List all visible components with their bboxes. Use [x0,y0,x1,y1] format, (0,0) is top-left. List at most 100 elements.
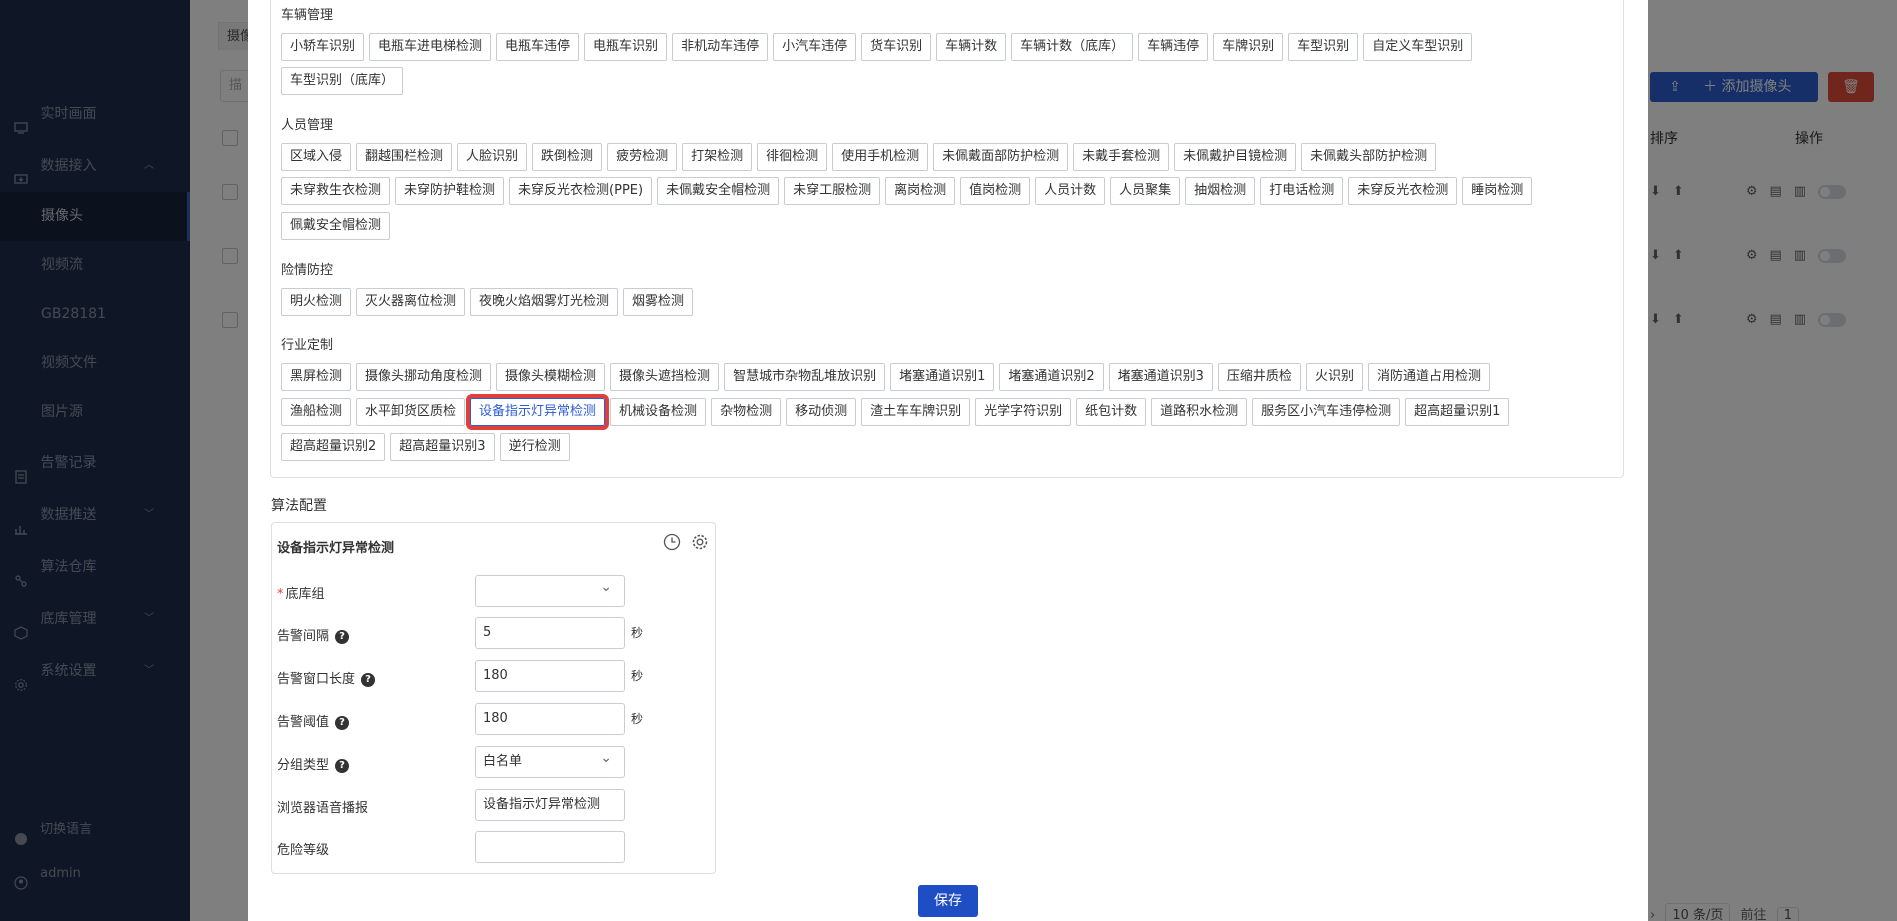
field-label-text: 浏览器语音播报 [277,801,369,816]
algorithm-tag[interactable]: 消防通道占用检测 [1367,363,1490,391]
algorithm-tag[interactable]: 水平卸货区质检 [356,398,466,426]
alarm-window-input[interactable]: 180 [475,660,625,692]
algorithm-tag[interactable]: 人脸识别 [457,143,528,171]
algorithm-tag[interactable]: 未佩戴面部防护检测 [933,143,1069,171]
save-button[interactable]: 保存 [918,885,978,917]
voice-broadcast-input[interactable]: 设备指示灯异常检测 [475,789,625,821]
algorithm-tag[interactable]: 渣土车车牌识别 [861,398,971,426]
algorithm-tag[interactable]: 抽烟检测 [1185,177,1256,205]
algorithm-tag[interactable]: 小汽车违停 [773,33,857,61]
help-icon[interactable]: ? [335,716,350,730]
algorithm-tag[interactable]: 未穿工服检测 [784,177,881,205]
algorithm-tag[interactable]: 未穿防护鞋检测 [395,177,505,205]
algorithm-tag[interactable]: 人员计数 [1035,177,1106,205]
algorithm-tag[interactable]: 睡岗检测 [1462,177,1533,205]
algorithm-tag[interactable]: 车型识别（底库） [281,67,404,95]
algorithm-tag[interactable]: 区域入侵 [281,143,352,171]
algorithm-tag[interactable]: 摄像头模糊检测 [496,363,606,391]
algorithm-tag[interactable]: 佩戴安全帽检测 [281,212,391,240]
algorithm-tag[interactable]: 车辆违停 [1138,33,1209,61]
field-label: * 底库组 [277,583,325,602]
form-row-danger-level: 危险等级 [277,831,707,863]
gear-icon[interactable] [691,533,709,551]
algorithm-tag[interactable]: 逆行检测 [499,433,570,461]
help-icon[interactable]: ? [361,673,376,687]
algorithm-tag[interactable]: 夜晚火焰烟雾灯光检测 [470,288,619,316]
algorithm-tag[interactable]: 烟雾检测 [623,288,694,316]
algorithm-tag[interactable]: 堵塞通道识别2 [999,363,1104,391]
algorithm-tag[interactable]: 非机动车违停 [672,33,769,61]
algorithm-tag[interactable]: 智慧城市杂物乱堆放识别 [724,363,886,391]
algorithm-tag[interactable]: 纸包计数 [1076,398,1147,426]
algorithm-tag[interactable]: 打电话检测 [1260,177,1344,205]
algorithm-tag[interactable]: 货车识别 [861,33,932,61]
algorithm-tag[interactable]: 杂物检测 [711,398,782,426]
algorithm-tag[interactable]: 疲劳检测 [607,143,678,171]
algorithm-tag[interactable]: 未佩戴护目镜检测 [1174,143,1297,171]
algorithm-tag[interactable]: 电瓶车识别 [584,33,668,61]
algorithm-tag[interactable]: 离岗检测 [885,177,956,205]
algorithm-tag[interactable]: 光学字符识别 [975,398,1072,426]
algorithm-tag[interactable]: 未佩戴安全帽检测 [657,177,780,205]
algorithm-tag[interactable]: 徘徊检测 [757,143,828,171]
algorithm-tag[interactable]: 明火检测 [281,288,352,316]
algorithm-tag[interactable]: 未戴手套检测 [1073,143,1170,171]
algorithm-tag[interactable]: 未穿反光衣检测 [1348,177,1458,205]
danger-level-input[interactable] [475,831,625,863]
algorithm-tag[interactable]: 超高超量识别3 [390,433,495,461]
algorithm-tag-selected[interactable]: 设备指示灯异常检测 [466,394,610,430]
algorithm-tag[interactable]: 小轿车识别 [281,33,365,61]
algorithm-tag[interactable]: 堵塞通道识别3 [1108,363,1213,391]
algorithm-tag[interactable]: 摄像头挪动角度检测 [356,363,492,391]
algorithm-tag[interactable]: 未穿反光衣检测(PPE) [509,177,653,205]
field-label: 告警间隔? [277,625,350,644]
algorithm-tag[interactable]: 黑屏检测 [281,363,352,391]
field-label-text: 告警间隔 [277,629,330,644]
algorithm-tag[interactable]: 服务区小汽车违停检测 [1252,398,1401,426]
clock-icon[interactable] [663,533,681,551]
field-label: 告警阈值? [277,711,350,730]
help-icon[interactable]: ? [335,759,350,773]
algorithm-tag[interactable]: 渔船检测 [281,398,352,426]
algorithm-tag[interactable]: 车型识别 [1288,33,1359,61]
tag-row: 区域入侵 翻越围栏检测 人脸识别 跌倒检测 疲劳检测 打架检测 徘徊检测 使用手机检测 未佩戴面… [281,143,1441,171]
algorithm-tag[interactable]: 压缩井质检 [1217,363,1301,391]
algorithm-tag[interactable]: 超高超量识别2 [281,433,386,461]
algorithm-tag[interactable]: 灭火器离位检测 [356,288,466,316]
group-type-select[interactable]: 白名单 [475,746,625,778]
algorithm-tag[interactable]: 车辆计数（底库） [1011,33,1134,61]
field-label-text: 告警阈值 [277,715,330,730]
algorithm-tag[interactable]: 打架检测 [682,143,753,171]
algorithm-tag[interactable]: 电瓶车违停 [496,33,580,61]
algorithm-tag[interactable]: 自定义车型识别 [1363,33,1473,61]
algorithm-tag[interactable]: 道路积水检测 [1151,398,1248,426]
algorithm-tag[interactable]: 堵塞通道识别1 [890,363,995,391]
algorithm-tag[interactable]: 超高超量识别1 [1405,398,1510,426]
algorithm-tag[interactable]: 摄像头遮挡检测 [610,363,720,391]
algorithm-tag[interactable]: 移动侦测 [786,398,857,426]
alarm-threshold-input[interactable]: 180 [475,703,625,735]
algorithm-tag[interactable]: 火识别 [1305,363,1363,391]
algorithm-tag[interactable]: 未穿救生衣检测 [281,177,391,205]
form-row-voice-broadcast: 浏览器语音播报 设备指示灯异常检测 [277,789,707,821]
card-tools [663,533,709,551]
algorithm-tag[interactable]: 翻越围栏检测 [356,143,453,171]
help-icon[interactable]: ? [335,630,350,644]
tag-row: 小轿车识别 电瓶车进电梯检测 电瓶车违停 电瓶车识别 非机动车违停 小汽车违停 货车识别 车辆… [281,33,1477,61]
required-mark: * [277,587,284,602]
algorithm-tag[interactable]: 车牌识别 [1213,33,1284,61]
algorithm-tag[interactable]: 值岗检测 [960,177,1031,205]
config-card-title: 设备指示灯异常检测 [277,541,395,556]
base-group-select[interactable] [475,575,625,607]
algorithm-tag[interactable]: 跌倒检测 [532,143,603,171]
algorithm-tag[interactable]: 机械设备检测 [610,398,707,426]
algorithm-tag[interactable]: 电瓶车进电梯检测 [369,33,492,61]
algorithm-tag[interactable]: 未佩戴头部防护检测 [1301,143,1437,171]
alarm-interval-input[interactable]: 5 [475,617,625,649]
form-row-base-group: * 底库组 [277,575,707,607]
form-row-group-type: 分组类型? 白名单 [277,746,707,778]
algorithm-tag[interactable]: 人员聚集 [1110,177,1181,205]
algorithm-tag[interactable]: 使用手机检测 [832,143,929,171]
algorithm-tag[interactable]: 车辆计数 [936,33,1007,61]
category-title-person: 人员管理 [281,118,334,133]
